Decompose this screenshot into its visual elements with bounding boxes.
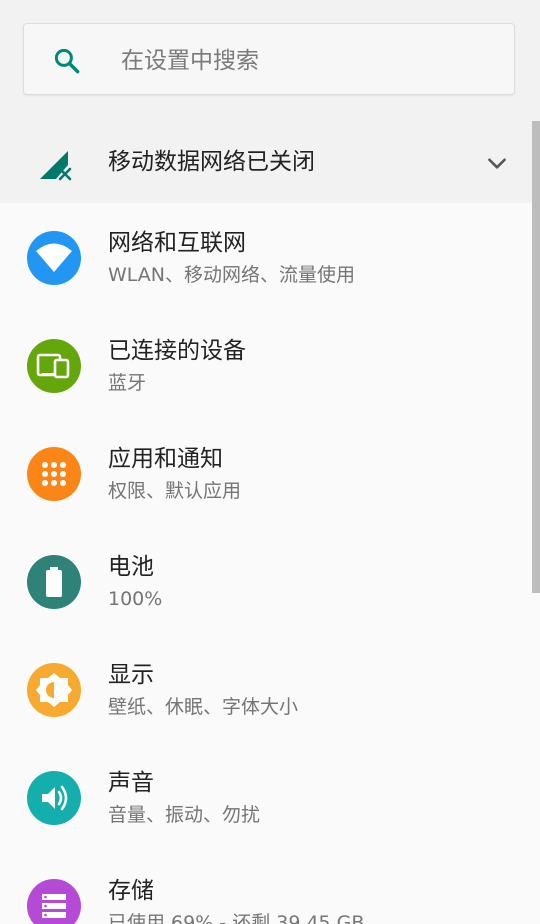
storage-icon	[27, 879, 81, 924]
item-title: 显示	[108, 662, 154, 688]
item-subtitle: 100%	[108, 588, 163, 610]
battery-icon	[27, 555, 81, 609]
search-bar[interactable]: 在设置中搜索	[23, 23, 515, 95]
item-title: 声音	[108, 770, 154, 796]
settings-item-display[interactable]: 显示 壁纸、休眠、字体大小	[0, 635, 540, 743]
item-title: 存储	[108, 878, 154, 904]
mobile-data-off-suggestion[interactable]: 移动数据网络已关闭	[0, 121, 540, 203]
devices-icon	[27, 339, 81, 393]
item-subtitle: 壁纸、休眠、字体大小	[108, 696, 299, 718]
settings-item-apps[interactable]: 应用和通知 权限、默认应用	[0, 419, 540, 527]
item-title: 电池	[108, 554, 154, 580]
item-title: 已连接的设备	[108, 338, 246, 364]
brightness-icon	[27, 663, 81, 717]
item-subtitle: WLAN、移动网络、流量使用	[108, 264, 356, 286]
item-title: 应用和通知	[108, 446, 223, 472]
item-subtitle: 权限、默认应用	[108, 480, 242, 502]
item-title: 网络和互联网	[108, 230, 246, 256]
settings-item-battery[interactable]: 电池 100%	[0, 527, 540, 635]
settings-screen: 在设置中搜索 移动数据网络已关闭 网络和互联网 WLAN、移动网络、流量使用 已…	[0, 0, 540, 924]
volume-icon	[27, 771, 81, 825]
settings-item-sound[interactable]: 声音 音量、振动、勿扰	[0, 743, 540, 851]
search-icon	[54, 48, 80, 74]
settings-item-connected-devices[interactable]: 已连接的设备 蓝牙	[0, 311, 540, 419]
chevron-down-icon[interactable]	[484, 150, 510, 176]
settings-list: 网络和互联网 WLAN、移动网络、流量使用 已连接的设备 蓝牙 应用和通知 权限…	[0, 203, 540, 924]
item-subtitle: 蓝牙	[108, 372, 147, 394]
suggestion-label: 移动数据网络已关闭	[108, 149, 315, 175]
apps-icon	[27, 447, 81, 501]
settings-item-storage[interactable]: 存储 已使用 69% - 还剩 39.45 GB	[0, 851, 540, 924]
settings-item-network[interactable]: 网络和互联网 WLAN、移动网络、流量使用	[0, 203, 540, 311]
search-placeholder: 在设置中搜索	[121, 48, 259, 74]
item-subtitle: 已使用 69% - 还剩 39.45 GB	[108, 912, 365, 924]
wifi-icon	[27, 231, 81, 285]
item-subtitle: 音量、振动、勿扰	[108, 804, 261, 826]
scrollbar[interactable]	[532, 121, 540, 593]
signal-off-icon	[40, 151, 72, 181]
